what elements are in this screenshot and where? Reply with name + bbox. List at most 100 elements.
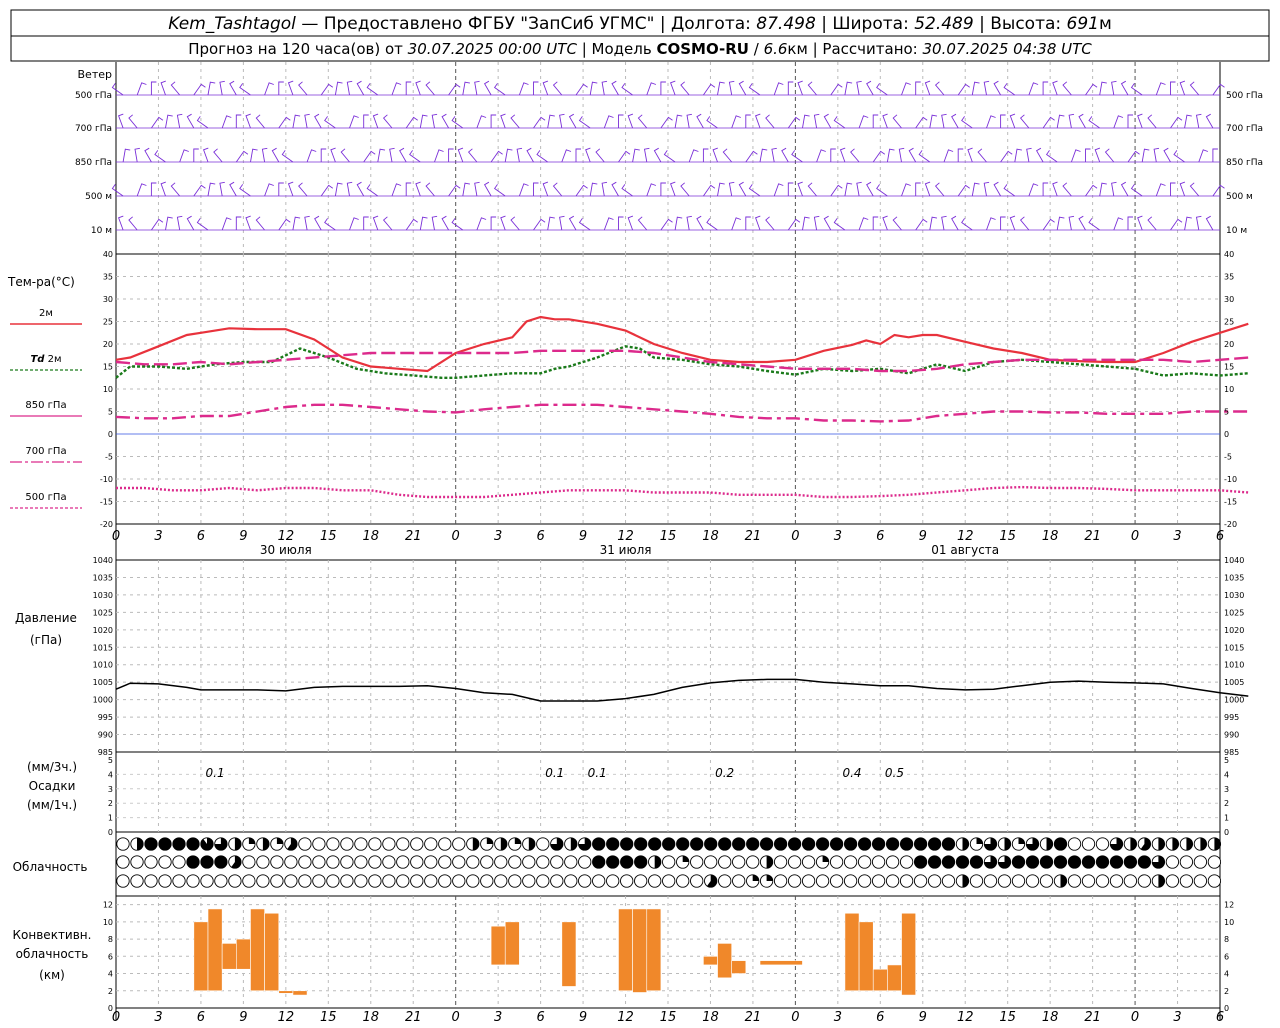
cloud-fill: [276, 837, 284, 844]
wind-barb: [1170, 182, 1176, 196]
pressure-tick-right: 1005: [1224, 678, 1244, 687]
wind-barb: [830, 83, 843, 96]
wind-barb: [1052, 181, 1058, 197]
cloud-circle: [718, 874, 732, 888]
hour-tick: 15: [999, 529, 1016, 544]
wind-barb: [239, 184, 251, 197]
wind-barb: [787, 116, 801, 129]
wind-barb: [745, 216, 751, 230]
wind-barb: [150, 81, 157, 95]
cloud-circle: [242, 855, 256, 869]
hour-tick: 15: [320, 1010, 337, 1024]
cloud-fill: [1200, 837, 1207, 851]
cloud-circle: [326, 855, 340, 869]
wind-barb: [271, 147, 280, 163]
cloud-circle: [326, 837, 340, 851]
wind-barb: [474, 80, 480, 96]
wind-barb: [320, 83, 334, 96]
hour-tick: 15: [320, 529, 337, 544]
wind-barb: [278, 182, 284, 196]
cloud-fill: [822, 855, 829, 862]
cloud-fill: [774, 837, 787, 851]
day-label: 31 июля: [600, 543, 652, 557]
cloud-circle: [983, 874, 998, 888]
wind-barb: [941, 215, 947, 231]
cloud-circle: [1095, 874, 1110, 888]
hour-tick: 0: [1131, 529, 1139, 544]
wind-barb: [971, 182, 980, 197]
cloud-fill: [262, 837, 270, 851]
cloud-fill: [592, 837, 605, 851]
wind-barb: [476, 217, 487, 231]
cloud-circle: [1179, 874, 1194, 888]
hour-tick: 9: [919, 1010, 927, 1024]
pressure-tick-left: 1015: [93, 643, 113, 652]
wind-barb: [745, 114, 751, 128]
wind-level-right: 500 м: [1226, 192, 1253, 202]
conv-tick-left: 4: [108, 970, 113, 979]
wind-barb: [250, 148, 258, 163]
conv-bar: [490, 925, 506, 966]
hour-tick: 6: [876, 529, 884, 544]
hour-tick: 12: [278, 1010, 295, 1024]
wind-barb: [866, 80, 874, 96]
hour-tick: 12: [957, 529, 974, 544]
cloud-circle: [969, 874, 984, 888]
cloud-fill: [1054, 855, 1067, 869]
precip-unit-3h: (мм/3ч.): [27, 760, 77, 774]
wind-barb: [1070, 149, 1081, 163]
wind-barb: [405, 182, 412, 196]
wind-barb: [1062, 182, 1072, 197]
hour-tick: 6: [1216, 529, 1224, 544]
wind-barb: [349, 217, 359, 231]
wind-barb: [340, 148, 350, 163]
wind-barb: [542, 80, 549, 96]
wind-barb: [787, 81, 794, 95]
wind-barb: [516, 147, 523, 163]
wind-barb: [696, 113, 704, 129]
cloud-circle: [228, 874, 242, 888]
temp-tick-left: 30: [103, 295, 113, 304]
cloud-circle: [298, 855, 312, 869]
cloud-fill: [248, 837, 256, 844]
pressure-tick-right: 1010: [1224, 661, 1244, 670]
wind-barb: [382, 114, 393, 129]
cloud-fill: [760, 837, 773, 851]
cloud-circle: [480, 874, 494, 888]
cloud-circle: [843, 855, 858, 869]
wind-barb: [235, 150, 249, 163]
conv-bar: [731, 960, 747, 974]
conv-bar: [250, 908, 265, 992]
wind-barb: [983, 80, 990, 96]
precip-label: 0.1: [545, 766, 564, 780]
pressure-tick-right: 990: [1224, 731, 1239, 740]
cloud-circle: [550, 874, 564, 888]
wind-barb: [797, 181, 803, 197]
wind-barb: [462, 81, 470, 96]
wind-barb: [595, 148, 605, 163]
wind-barb: [320, 184, 334, 197]
wind-barb: [993, 181, 1001, 197]
cloud-fill: [1124, 855, 1137, 869]
conv-bar: [844, 912, 860, 992]
wind-barb: [660, 218, 673, 231]
wind-barb: [415, 80, 421, 96]
temp-tick-left: -10: [100, 475, 113, 484]
conv-bar: [887, 964, 902, 992]
wind-barb: [542, 181, 549, 197]
cloud-title: Облачность: [13, 860, 88, 874]
wind-barb: [823, 215, 832, 231]
cloud-circle: [256, 855, 270, 869]
precip-tick-left: 1: [108, 814, 113, 823]
legend-2m-label: 2м: [39, 308, 53, 319]
wind-barb: [951, 215, 959, 231]
wind-barb: [144, 147, 152, 163]
wind-barb: [773, 82, 784, 96]
cloud-fill: [486, 837, 493, 844]
precip-tick-right: 5: [1224, 756, 1229, 765]
wind-barb: [1130, 184, 1143, 197]
wind-barb: [490, 150, 503, 163]
conv-tick-right: 0: [1224, 1004, 1229, 1013]
cloud-circle: [885, 855, 900, 869]
cloud-circle: [116, 837, 130, 851]
